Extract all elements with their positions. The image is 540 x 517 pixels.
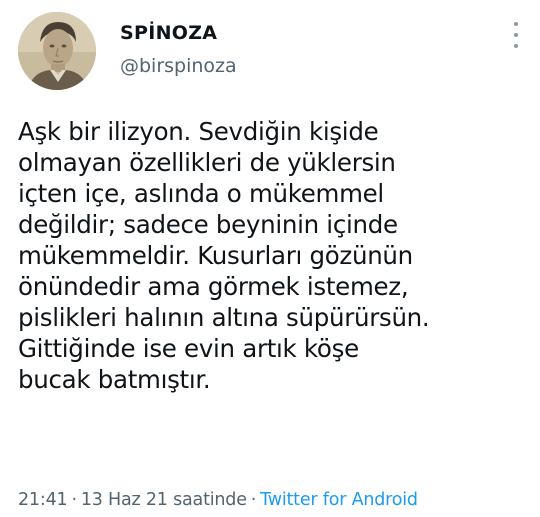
tweet-date[interactable]: 13 Haz 21 saatinde (81, 490, 247, 510)
display-name[interactable]: SPİNOZA (120, 22, 217, 44)
tweet-time[interactable]: 21:41 (18, 490, 68, 510)
tweet-text: Aşk bir ilizyon. Sevdiğin kişide olmayan… (18, 116, 533, 395)
tweet-text-line: içten içe, aslında o mükemmel (18, 179, 384, 208)
meta-separator: · (250, 490, 257, 510)
tweet-header: SPİNOZA @birspinoza (18, 12, 530, 90)
tweet-text-line: değildir; sadece beyninin içinde (18, 210, 398, 239)
more-options-button[interactable] (510, 22, 522, 48)
tweet-meta: 21:41 · 13 Haz 21 saatinde · Twitter for And… (18, 490, 418, 510)
more-dot-icon (514, 22, 518, 26)
tweet-text-line: olmayan özellikleri de yüklersin (18, 148, 396, 177)
tweet-text-line: Gittiğinde ise evin artık köşe (18, 334, 359, 363)
more-dot-icon (514, 33, 518, 37)
tweet-text-line: önündedir ama görmek istemez, (18, 272, 409, 301)
more-dot-icon (514, 44, 518, 48)
tweet-text-line: Aşk bir ilizyon. Sevdiğin kişide (18, 117, 379, 146)
profile-photo-icon (18, 12, 96, 90)
tweet-source-link[interactable]: Twitter for Android (260, 490, 418, 510)
avatar[interactable] (18, 12, 96, 90)
tweet-text-line: mükemmeldir. Kusurları gözünün (18, 241, 413, 270)
tweet-text-line: bucak batmıştır. (18, 365, 211, 394)
meta-separator: · (71, 490, 77, 510)
tweet-text-line: pislikleri halının altına süpürürsün. (18, 303, 430, 332)
user-handle[interactable]: @birspinoza (120, 55, 237, 77)
